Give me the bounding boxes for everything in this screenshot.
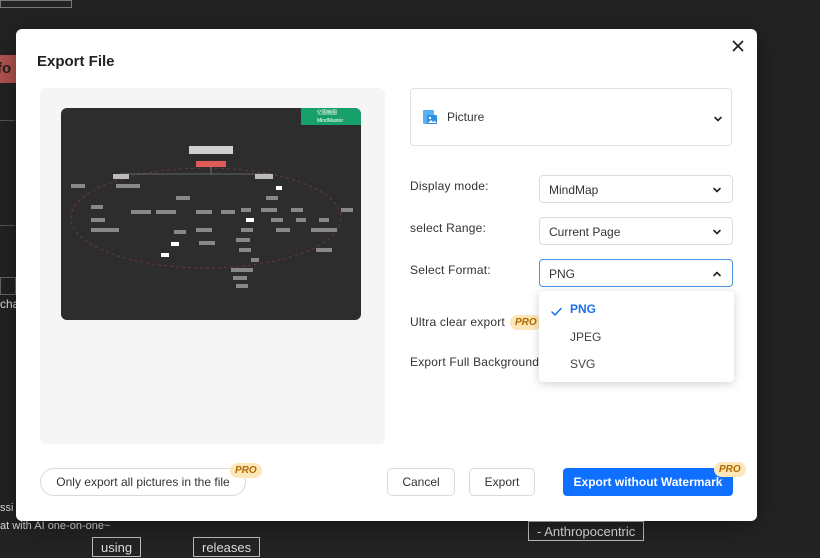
format-option-svg[interactable]: SVG	[570, 357, 595, 371]
bg-node: releases	[193, 537, 261, 557]
close-button[interactable]	[729, 37, 747, 55]
mindmap-preview: 亿图脑图 MindMaster	[61, 108, 361, 320]
ultra-clear-label: Ultra clear export	[410, 315, 505, 329]
export-button[interactable]: Export	[469, 468, 535, 496]
chevron-up-icon	[713, 271, 721, 277]
select-format-select[interactable]: PNG	[539, 259, 733, 287]
pro-badge: PRO	[510, 315, 542, 330]
preview-panel: 亿图脑图 MindMaster	[40, 88, 385, 444]
format-option-jpeg[interactable]: JPEG	[570, 330, 601, 344]
chevron-down-icon	[714, 116, 722, 122]
chevron-down-icon	[713, 187, 721, 193]
bg-bottom-text: ssi	[0, 502, 14, 514]
bg-node: using	[92, 537, 142, 557]
watermark-line: MindMaster	[317, 118, 344, 124]
format-option-png[interactable]: PNG	[570, 302, 596, 316]
export-without-watermark-button[interactable]: Export without Watermark	[563, 468, 733, 496]
watermark-line: 亿图脑图	[317, 110, 338, 116]
bg-line	[0, 225, 15, 226]
format-dropdown-menu: PNG JPEG SVG	[539, 291, 734, 382]
select-range-value: Current Page	[549, 225, 621, 239]
mindmap-thumbnail	[70, 146, 353, 288]
display-mode-value: MindMap	[549, 183, 599, 197]
full-background-label: Export Full Background	[410, 355, 540, 369]
close-icon	[732, 40, 744, 52]
pro-badge: PRO	[714, 462, 746, 477]
chevron-down-icon	[713, 229, 721, 235]
select-range-label: select Range:	[410, 221, 486, 235]
select-format-label: Select Format:	[410, 263, 491, 277]
display-mode-select[interactable]: MindMap	[539, 175, 733, 203]
cancel-button[interactable]: Cancel	[387, 468, 455, 496]
bg-node: - Anthropocentric	[528, 521, 645, 541]
bg-top-box	[0, 0, 72, 8]
pro-badge: PRO	[230, 463, 262, 478]
export-dialog: Export File 亿图脑图 MindMaster Picture Disp…	[16, 29, 757, 521]
bg-bottom-text: at with AI one-on-one~	[0, 520, 111, 532]
watermark-badge: 亿图脑图 MindMaster	[301, 108, 361, 125]
bg-line	[0, 120, 15, 121]
bg-left-node	[0, 277, 16, 295]
file-type-label: Picture	[447, 110, 485, 124]
dialog-title: Export File	[37, 53, 115, 70]
picture-icon	[423, 110, 437, 124]
check-icon	[551, 307, 562, 316]
select-format-value: PNG	[549, 267, 576, 281]
display-mode-label: Display mode:	[410, 179, 489, 193]
only-export-pictures-button[interactable]: Only export all pictures in the file	[40, 468, 246, 496]
select-range-select[interactable]: Current Page	[539, 217, 733, 245]
file-type-select[interactable]: Picture	[410, 88, 732, 146]
